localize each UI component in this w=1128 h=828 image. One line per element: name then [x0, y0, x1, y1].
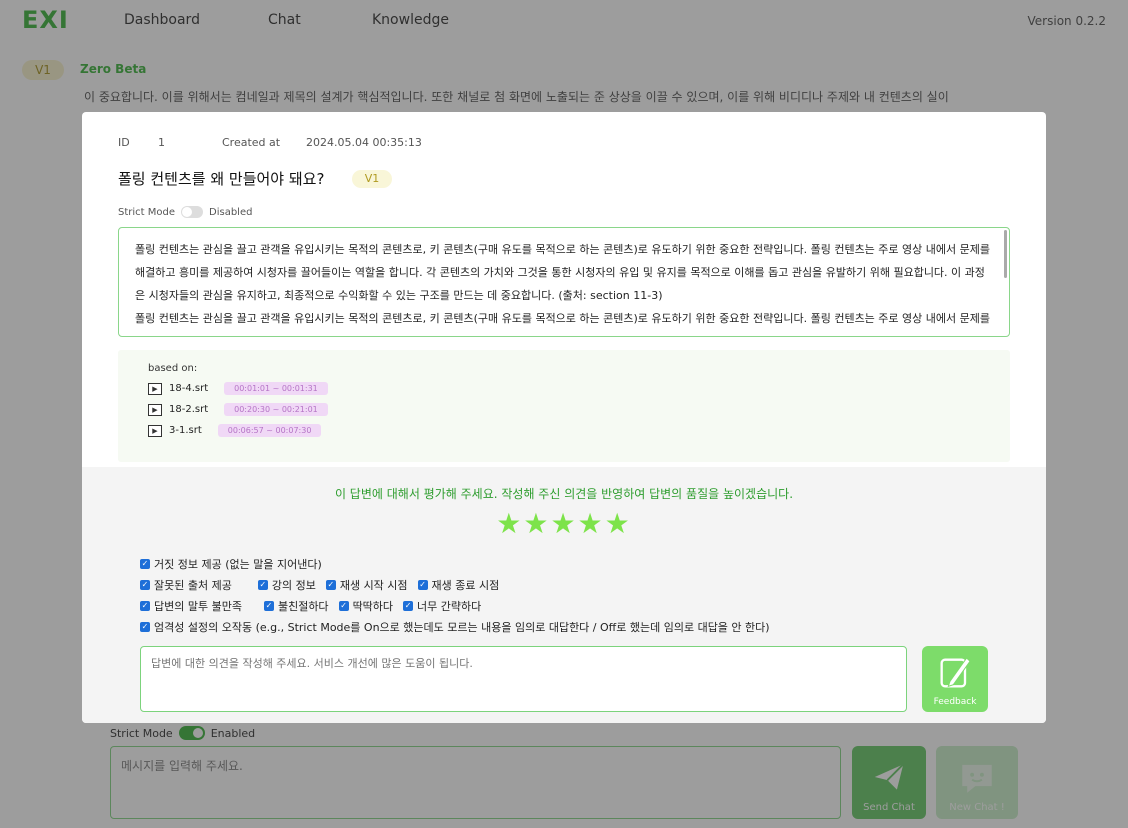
source-item[interactable]: ▶ 18-4.srt 00:01:01 ~ 00:01:31	[148, 382, 328, 395]
checkbox-checked-icon[interactable]: ✓	[140, 622, 150, 632]
checkbox-checked-icon[interactable]: ✓	[263, 601, 274, 611]
modal-strict-mode: Strict Mode Disabled	[118, 206, 252, 218]
source-item[interactable]: ▶ 3-1.srt 00:06:57 ~ 00:07:30	[148, 424, 322, 437]
checkbox-checked-icon[interactable]: ✓	[140, 580, 150, 590]
source-time-range: 00:01:01 ~ 00:01:31	[224, 382, 328, 395]
checkbox-label: 딱딱하다	[352, 600, 394, 613]
checkbox-wrong-source[interactable]: ✓ 잘못된 출처 제공	[140, 577, 232, 593]
checkbox-row: ✓ 거짓 정보 제공 (없는 말을 지어낸다)	[140, 556, 332, 572]
version-badge: V1	[352, 170, 392, 188]
checkbox-label: 강의 정보	[271, 579, 316, 592]
play-icon[interactable]: ▶	[148, 424, 162, 437]
source-time-range: 00:20:30 ~ 00:21:01	[224, 403, 328, 416]
answer-paragraph: 폴링 컨텐츠는 관심을 끌고 관객을 유입시키는 목적의 콘텐츠로, 키 콘텐츠…	[135, 312, 990, 336]
based-on-label: based on:	[148, 363, 198, 374]
sources-box: based on: ▶ 18-4.srt 00:01:01 ~ 00:01:31…	[118, 350, 1010, 462]
play-icon[interactable]: ▶	[148, 403, 162, 416]
checkbox-checked-icon[interactable]: ✓	[257, 580, 268, 590]
strict-mode-state: Disabled	[209, 206, 253, 218]
checkbox-checked-icon[interactable]: ✓	[140, 601, 150, 611]
checkbox-label: 불친절하다	[277, 600, 329, 613]
question-title: 폴링 컨텐츠를 왜 만들어야 돼요?	[118, 170, 325, 188]
source-item[interactable]: ▶ 18-2.srt 00:20:30 ~ 00:21:01	[148, 403, 328, 416]
checkbox-checked-icon[interactable]: ✓	[417, 580, 428, 590]
source-file: 3-1.srt	[169, 425, 202, 436]
answer-detail-modal: ID 1 Created at 2024.05.04 00:35:13 폴링 컨…	[82, 112, 1046, 723]
feedback-section: 이 답변에 대해서 평가해 주세요. 작성해 주신 의견을 반영하여 답변의 품…	[82, 467, 1046, 723]
checkbox-row: ✓ 답변의 말투 불만족 ✓ 불친절하다 ✓ 딱딱하다 ✓ 너무 간략하다	[140, 598, 491, 614]
feedback-button-label: Feedback	[933, 697, 977, 707]
answer-scrollbar[interactable]	[1004, 230, 1007, 278]
feedback-input[interactable]	[140, 646, 907, 712]
checkbox-unkind[interactable]: ✓ 불친절하다	[263, 598, 329, 614]
checkbox-stiff[interactable]: ✓ 딱딱하다	[338, 598, 394, 614]
created-label: Created at	[222, 136, 281, 149]
answer-paragraph: 폴링 컨텐츠는 관심을 끌고 관객을 유입시키는 목적의 콘텐츠로, 키 콘텐츠…	[135, 243, 990, 302]
answer-text-box[interactable]: 폴링 컨텐츠는 관심을 끌고 관객을 유입시키는 목적의 콘텐츠로, 키 콘텐츠…	[118, 227, 1010, 337]
checkbox-checked-icon[interactable]: ✓	[338, 601, 349, 611]
checkbox-label: 너무 간략하다	[417, 600, 482, 613]
checkbox-checked-icon[interactable]: ✓	[325, 580, 336, 590]
checkbox-too-brief[interactable]: ✓ 너무 간략하다	[403, 598, 481, 614]
checkbox-lecture-info[interactable]: ✓ 강의 정보	[257, 577, 316, 593]
feedback-submit-button[interactable]: Feedback	[922, 646, 988, 712]
checkbox-checked-icon[interactable]: ✓	[403, 601, 414, 611]
checkbox-label: 답변의 말투 불만족	[154, 600, 242, 613]
play-icon[interactable]: ▶	[148, 382, 162, 395]
strict-mode-toggle[interactable]	[181, 206, 204, 218]
feedback-prompt: 이 답변에 대해서 평가해 주세요. 작성해 주신 의견을 반영하여 답변의 품…	[334, 487, 794, 501]
created-value: 2024.05.04 00:35:13	[306, 136, 422, 149]
checkbox-label: 재생 종료 시점	[431, 579, 500, 592]
checkbox-label: 거짓 정보 제공 (없는 말을 지어낸다)	[154, 558, 322, 571]
checkbox-false-info[interactable]: ✓ 거짓 정보 제공 (없는 말을 지어낸다)	[140, 556, 322, 572]
source-file: 18-4.srt	[169, 383, 209, 394]
star-rating[interactable]: ★★★★★	[82, 507, 1046, 540]
id-label: ID	[118, 136, 130, 149]
source-time-range: 00:06:57 ~ 00:07:30	[217, 424, 322, 437]
checkbox-tone[interactable]: ✓ 답변의 말투 불만족	[140, 598, 242, 614]
meta-row: ID 1 Created at 2024.05.04 00:35:13	[118, 136, 422, 149]
checkbox-start-time[interactable]: ✓ 재생 시작 시점	[325, 577, 408, 593]
source-file: 18-2.srt	[169, 404, 209, 415]
id-value: 1	[158, 136, 165, 149]
checkbox-checked-icon[interactable]: ✓	[140, 559, 150, 569]
checkbox-strict-malfunction[interactable]: ✓ 엄격성 설정의 오작동 (e.g., Strict Mode를 On으로 했는…	[140, 619, 770, 635]
checkbox-end-time[interactable]: ✓ 재생 종료 시점	[417, 577, 500, 593]
strict-mode-label: Strict Mode	[118, 206, 176, 218]
checkbox-row: ✓ 엄격성 설정의 오작동 (e.g., Strict Mode를 On으로 했는…	[140, 619, 780, 635]
checkbox-row: ✓ 잘못된 출처 제공 ✓ 강의 정보 ✓ 재생 시작 시점 ✓ 재생 종료 시점	[140, 577, 509, 593]
pencil-note-icon	[940, 657, 971, 688]
checkbox-label: 재생 시작 시점	[339, 579, 408, 592]
checkbox-label: 엄격성 설정의 오작동 (e.g., Strict Mode를 On으로 했는데…	[154, 621, 770, 634]
checkbox-label: 잘못된 출처 제공	[154, 579, 232, 592]
